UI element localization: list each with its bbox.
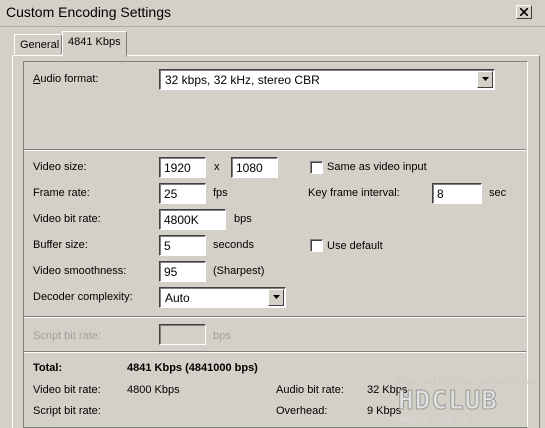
decoder-complexity-dropdown[interactable]: Auto (159, 287, 286, 308)
keyframe-label: Key frame interval: (308, 187, 400, 199)
size-separator: x (214, 161, 220, 173)
watermark-url: WWW.HD.CLUB.TW (400, 415, 468, 424)
smoothness-hint: (Sharpest) (213, 265, 265, 277)
use-default-checkbox[interactable] (310, 239, 323, 252)
tab-4841-kbps[interactable]: 4841 Kbps (62, 31, 127, 57)
summary-script-bitrate-label: Script bit rate: (33, 405, 101, 417)
audio-format-dropdown[interactable]: 32 kbps, 32 kHz, stereo CBR (159, 69, 495, 90)
divider (24, 351, 526, 353)
summary-video-bitrate-label: Video bit rate: (33, 384, 101, 396)
buffer-size-label: Buffer size: (33, 239, 88, 251)
divider (24, 316, 526, 318)
total-label: Total: (33, 362, 63, 374)
keyframe-unit: sec (489, 187, 507, 199)
close-icon (520, 8, 528, 16)
script-bitrate-label: Script bit rate: (33, 330, 101, 342)
decoder-complexity-label: Decoder complexity: (33, 291, 133, 303)
video-height-input[interactable]: 1080 (231, 157, 278, 178)
close-button[interactable] (516, 5, 532, 19)
chevron-down-icon (482, 77, 489, 81)
frame-rate-label: Frame rate: (33, 187, 90, 199)
audio-format-label: Audio format: (33, 73, 99, 85)
total-value: 4841 Kbps (4841000 bps) (127, 362, 258, 374)
watermark-tagline: High Definition Vision Club (396, 378, 537, 386)
same-as-input-label: Same as video input (327, 161, 427, 173)
tab-general[interactable]: General (14, 34, 62, 54)
video-smoothness-input[interactable]: 95 (159, 261, 206, 282)
divider (24, 149, 526, 151)
summary-overhead-value: 9 Kbps (367, 405, 402, 417)
watermark-logo: HDCLUB (398, 386, 498, 417)
chevron-down-icon (273, 295, 280, 299)
use-default-label: Use default (327, 240, 383, 252)
window-title: Custom Encoding Settings (6, 4, 171, 20)
buffer-unit: seconds (213, 239, 254, 251)
video-width-input[interactable]: 1920 (159, 157, 206, 178)
dropdown-arrow[interactable] (477, 71, 493, 88)
summary-audio-bitrate-label: Audio bit rate: (276, 384, 344, 396)
script-bitrate-unit: bps (213, 330, 231, 342)
video-smoothness-label: Video smoothness: (33, 265, 127, 277)
frame-rate-input[interactable]: 25 (159, 183, 206, 204)
dropdown-arrow[interactable] (268, 289, 284, 306)
video-bitrate-input[interactable]: 4800K (159, 209, 226, 230)
fps-unit: fps (213, 187, 228, 199)
video-size-label: Video size: (33, 161, 87, 173)
same-as-input-checkbox[interactable] (310, 161, 323, 174)
keyframe-input[interactable]: 8 (432, 183, 482, 204)
summary-overhead-label: Overhead: (276, 405, 328, 417)
video-bitrate-label: Video bit rate: (33, 213, 101, 225)
buffer-size-input[interactable]: 5 (159, 235, 206, 256)
script-bitrate-input (159, 324, 206, 345)
settings-group (23, 61, 528, 428)
title-bar: Custom Encoding Settings (0, 0, 545, 27)
summary-video-bitrate-value: 4800 Kbps (127, 384, 180, 396)
bitrate-unit: bps (234, 213, 252, 225)
